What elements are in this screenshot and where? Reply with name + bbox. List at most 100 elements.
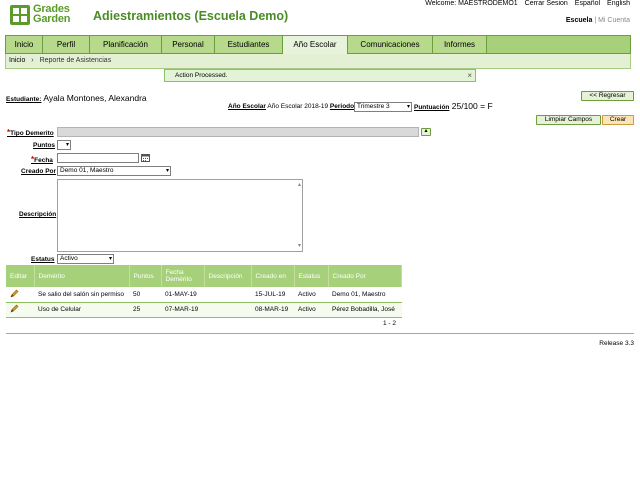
flash-message-text: Action Processed. — [175, 72, 228, 79]
descripcion-cell — [204, 302, 251, 318]
tab-informes[interactable]: Informes — [433, 36, 487, 53]
fecha-label-text: Fecha — [34, 157, 53, 164]
estatus-select[interactable]: Activo ▾ — [57, 254, 114, 264]
creado-por-select[interactable]: Demo 01, Maestro ▾ — [57, 166, 171, 176]
puntos-label: Puntos — [33, 142, 56, 149]
tab-inicio[interactable]: Inicio — [6, 36, 43, 53]
breadcrumb-home-link[interactable]: Inicio — [9, 57, 25, 64]
school-switch: Escuela | Mi Cuenta — [566, 17, 630, 24]
period-select[interactable]: Trimestre 3 ▾ — [354, 102, 412, 112]
tab-perfil[interactable]: Perfil — [43, 36, 90, 53]
descripcion-label: Descripción — [19, 211, 57, 218]
fecha-cell: 07-MAR-19 — [161, 302, 204, 318]
back-button[interactable]: << Regresar — [581, 91, 634, 101]
page-title: Adiestramientos (Escuela Demo) — [93, 9, 289, 23]
clear-fields-button[interactable]: Limpiar Campos — [536, 115, 601, 125]
release-text: Release 3.3 — [599, 340, 634, 347]
creado-por-value: Demo 01, Maestro — [60, 167, 114, 174]
student-info: Estudiante: Ayala Montones, Alexandra — [6, 93, 147, 103]
tab-comunicaciones[interactable]: Comunicaciones — [348, 36, 433, 53]
descripcion-textarea[interactable]: ▴ ▾ — [57, 179, 303, 252]
school-link[interactable]: Escuela — [566, 17, 592, 24]
year-value: Año Escolar 2018-19 — [267, 103, 329, 110]
tab-personal[interactable]: Personal — [162, 36, 215, 53]
col-estatus: Estatus — [294, 265, 329, 287]
close-icon[interactable]: × — [467, 70, 472, 81]
fecha-input[interactable] — [57, 153, 139, 163]
score-info: Puntuación 25/100 = F — [414, 101, 493, 111]
chevron-up-icon[interactable]: ▴ — [421, 128, 431, 136]
breadcrumb-separator: › — [31, 57, 34, 64]
logo-text-line2: Garden — [33, 13, 71, 25]
language-english-link[interactable]: English — [607, 0, 630, 7]
year-label: Año Escolar — [228, 103, 266, 110]
tab-planificacion[interactable]: Planificación — [90, 36, 162, 53]
flash-message: Action Processed. × — [164, 69, 476, 82]
tab-ano-escolar[interactable]: Año Escolar — [283, 36, 348, 55]
tab-estudiantes[interactable]: Estudiantes — [215, 36, 283, 53]
scroll-down-icon[interactable]: ▾ — [298, 242, 301, 249]
edit-cell — [6, 287, 34, 303]
table-row: Se salio del salón sin permiso 50 01-MAY… — [6, 287, 402, 303]
chevron-down-icon: ▾ — [406, 104, 410, 110]
calendar-icon[interactable] — [141, 153, 150, 162]
tipo-demerito-field[interactable] — [57, 127, 419, 137]
col-creado-por: Creado Por — [328, 265, 402, 287]
tipo-demerito-label-text: Tipo Demerito — [10, 130, 54, 137]
table-row: Uso de Celular 25 07-MAR-19 08-MAR-19 Ac… — [6, 302, 402, 318]
demerito-cell: Se salio del salón sin permiso — [34, 287, 129, 303]
demerito-cell: Uso de Celular — [34, 302, 129, 318]
col-descripcion: Descripción — [204, 265, 252, 287]
creado-en-cell: 08-MAR-19 — [251, 302, 294, 318]
pencil-icon[interactable] — [10, 289, 19, 298]
school-switch-separator: | — [594, 17, 597, 24]
chevron-down-icon: ▾ — [65, 142, 69, 148]
chevron-down-icon: ▾ — [165, 168, 169, 174]
puntos-cell: 50 — [129, 287, 161, 303]
period-select-value: Trimestre 3 — [357, 103, 390, 110]
student-name: Ayala Montones, Alexandra — [43, 93, 147, 103]
creado-por-cell: Demo 01, Maestro — [328, 287, 402, 303]
fecha-label: *Fecha — [31, 155, 53, 164]
breadcrumb-current: Reporte de Asistencias — [39, 57, 112, 64]
estatus-cell: Activo — [294, 287, 328, 303]
col-creado-en: Creado en — [251, 265, 295, 287]
estatus-value: Activo — [60, 255, 78, 262]
my-account-link[interactable]: Mi Cuenta — [598, 17, 630, 24]
edit-cell — [6, 302, 34, 318]
puntos-select[interactable]: ▾ — [57, 140, 71, 150]
table-header-row: Editar Demérito Puntos Fecha Demérito De… — [6, 265, 402, 287]
creado-por-cell: Pérez Bobadilla, José — [328, 302, 402, 318]
logout-link[interactable]: Cerrar Sesion — [525, 0, 568, 7]
creado-por-label: Creado Por — [21, 168, 57, 175]
logo-text: Grades Garden — [33, 4, 71, 25]
score-value: 25/100 = F — [451, 101, 493, 111]
top-links: Welcome: MAESTRODEMO1 Cerrar Sesion Espa… — [420, 0, 630, 7]
puntos-cell: 25 — [129, 302, 161, 318]
scroll-up-icon[interactable]: ▴ — [298, 181, 301, 188]
language-spanish-link[interactable]: Español — [575, 0, 600, 7]
breadcrumb: Inicio › Reporte de Asistencias — [9, 57, 111, 64]
create-button[interactable]: Crear — [602, 115, 634, 125]
footer-divider — [6, 333, 634, 334]
main-nav: Inicio Perfil Planificación Personal Est… — [5, 35, 631, 55]
col-fecha: Fecha Demérito — [161, 265, 205, 287]
logo-mark-icon — [10, 5, 30, 25]
year-row: Año Escolar Año Escolar 2018-19 Periodo — [228, 103, 354, 110]
demerits-table: Editar Demérito Puntos Fecha Demérito De… — [6, 265, 402, 318]
score-label: Puntuación — [414, 104, 450, 111]
estatus-label: Estatus — [31, 256, 55, 263]
col-demerito: Demérito — [34, 265, 130, 287]
period-label: Periodo — [329, 103, 355, 110]
descripcion-cell — [204, 287, 251, 303]
estatus-cell: Activo — [294, 302, 328, 318]
col-editar: Editar — [6, 265, 35, 287]
grades-garden-logo: Grades Garden — [9, 4, 79, 26]
student-label: Estudiante: — [6, 96, 42, 103]
fecha-cell: 01-MAY-19 — [161, 287, 204, 303]
tipo-demerito-label: *Tipo Demerito — [7, 128, 54, 137]
pencil-icon[interactable] — [10, 304, 19, 313]
pager-text: 1 - 2 — [383, 320, 397, 327]
chevron-down-icon: ▾ — [108, 256, 112, 262]
col-puntos: Puntos — [129, 265, 162, 287]
